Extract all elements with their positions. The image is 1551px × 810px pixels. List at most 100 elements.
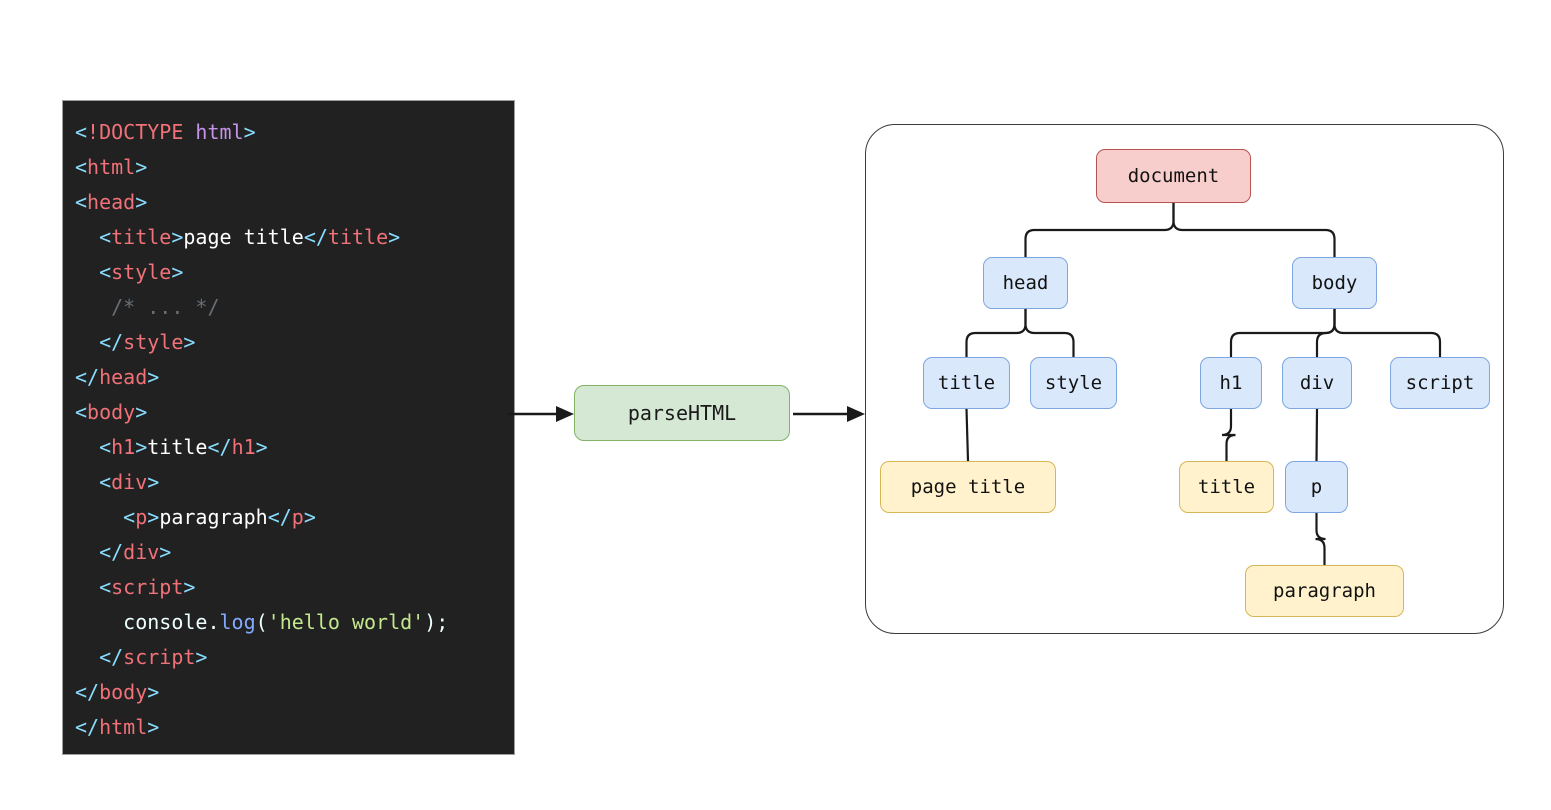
dom-edge-h1-to-h1text [1221, 409, 1236, 461]
code-token: </ [75, 365, 100, 389]
dom-node-label: document [1127, 165, 1220, 187]
code-token: > [255, 435, 268, 459]
code-token: < [75, 575, 112, 599]
dom-edge-body-to-h1 [1229, 309, 1336, 357]
code-token: > [147, 715, 160, 739]
code-token: < [75, 260, 112, 284]
html-source-code-panel: <!DOCTYPE html> <html> <head> <title>page … [62, 100, 515, 755]
code-token: > [243, 120, 256, 144]
code-token: </ [75, 330, 124, 354]
code-line: <html> [75, 150, 448, 185]
code-token: > [135, 190, 148, 214]
code-token: > [303, 505, 316, 529]
dom-edge-body-to-script [1333, 309, 1442, 357]
code-token: > [195, 645, 208, 669]
code-line: </div> [75, 535, 448, 570]
code-token: </ [303, 225, 328, 249]
code-token: < [75, 470, 112, 494]
dom-edge-head-to-title [965, 309, 1027, 357]
dom-edge-div-to-p [1315, 408, 1319, 462]
dom-node-h1text[interactable]: title [1179, 461, 1274, 513]
code-token: head [99, 365, 148, 389]
code-token: !DOCTYPE [87, 120, 196, 144]
code-token: > [135, 155, 148, 179]
code-token: head [87, 190, 136, 214]
dom-node-label: div [1299, 372, 1335, 394]
code-token: style [111, 260, 172, 284]
code-token: < [75, 120, 88, 144]
code-line: <!DOCTYPE html> [75, 115, 448, 150]
dom-node-label: h1 [1219, 372, 1243, 394]
code-token: 'hello world' [267, 610, 425, 634]
code-token: page title [183, 225, 304, 249]
arrow-code-to-parsehtml [508, 406, 574, 422]
code-token: < [75, 225, 112, 249]
code-token: < [75, 400, 88, 424]
code-line: </style> [75, 325, 448, 360]
code-line: <div> [75, 465, 448, 500]
code-token: > [147, 470, 160, 494]
code-token: title [147, 435, 208, 459]
parsehtml-process-box[interactable]: parseHTML [574, 385, 790, 441]
dom-tree-container: document head body title style h1 div script pag… [865, 124, 1504, 634]
code-token: </ [75, 540, 124, 564]
code-token: title [111, 225, 172, 249]
dom-node-label: head [1002, 272, 1049, 294]
code-token: < [75, 505, 136, 529]
dom-node-label: p [1310, 476, 1323, 498]
code-token: p [291, 505, 304, 529]
dom-node-title[interactable]: title [923, 357, 1010, 409]
code-line: <h1>title</h1> [75, 430, 448, 465]
dom-node-label: title [937, 372, 996, 394]
code-token: style [123, 330, 184, 354]
code-lines: <!DOCTYPE html> <html> <head> <title>page … [75, 115, 448, 745]
code-token: script [123, 645, 196, 669]
dom-node-p[interactable]: p [1285, 461, 1348, 513]
code-line: </head> [75, 360, 448, 395]
code-token: html [99, 715, 148, 739]
code-token: html [195, 120, 244, 144]
code-token: h1 [231, 435, 256, 459]
code-token: div [111, 470, 148, 494]
code-line: <body> [75, 395, 448, 430]
dom-node-label: title [1197, 476, 1256, 498]
code-token: > [171, 225, 184, 249]
dom-node-script[interactable]: script [1390, 357, 1490, 409]
code-token: < [75, 190, 88, 214]
dom-node-ptext[interactable]: paragraph [1245, 565, 1404, 617]
dom-node-body[interactable]: body [1292, 257, 1377, 309]
dom-node-document[interactable]: document [1096, 149, 1251, 203]
code-token: > [135, 400, 148, 424]
code-token: ( [255, 610, 268, 634]
parsehtml-label: parseHTML [627, 401, 737, 425]
code-token: paragraph [159, 505, 268, 529]
code-line: </body> [75, 675, 448, 710]
code-token: log [219, 610, 256, 634]
code-line: console.log('hello world'); [75, 605, 448, 640]
code-token: > [135, 435, 148, 459]
code-line: /* ... */ [75, 290, 448, 325]
code-token: < [75, 155, 88, 179]
dom-node-label: paragraph [1273, 580, 1376, 602]
code-token: > [159, 540, 172, 564]
dom-node-label: page title [910, 476, 1026, 498]
code-token: ); [424, 610, 449, 634]
code-token: > [147, 505, 160, 529]
code-token: </ [75, 645, 124, 669]
code-token: > [171, 260, 184, 284]
code-token: /* ... */ [75, 295, 220, 319]
arrow-parsehtml-to-dom-tree [793, 406, 865, 422]
dom-node-h1[interactable]: h1 [1200, 357, 1262, 409]
code-token: p [135, 505, 148, 529]
code-token: < [75, 435, 112, 459]
dom-node-label: body [1311, 272, 1358, 294]
code-token: div [123, 540, 160, 564]
code-token: > [183, 330, 196, 354]
dom-node-pagetitle[interactable]: page title [880, 461, 1056, 513]
dom-node-div[interactable]: div [1282, 357, 1352, 409]
dom-node-style[interactable]: style [1030, 357, 1117, 409]
dom-node-head[interactable]: head [983, 257, 1068, 309]
code-token: </ [267, 505, 292, 529]
code-token: title [327, 225, 389, 249]
dom-edge-title-to-pagetitle [965, 408, 970, 462]
